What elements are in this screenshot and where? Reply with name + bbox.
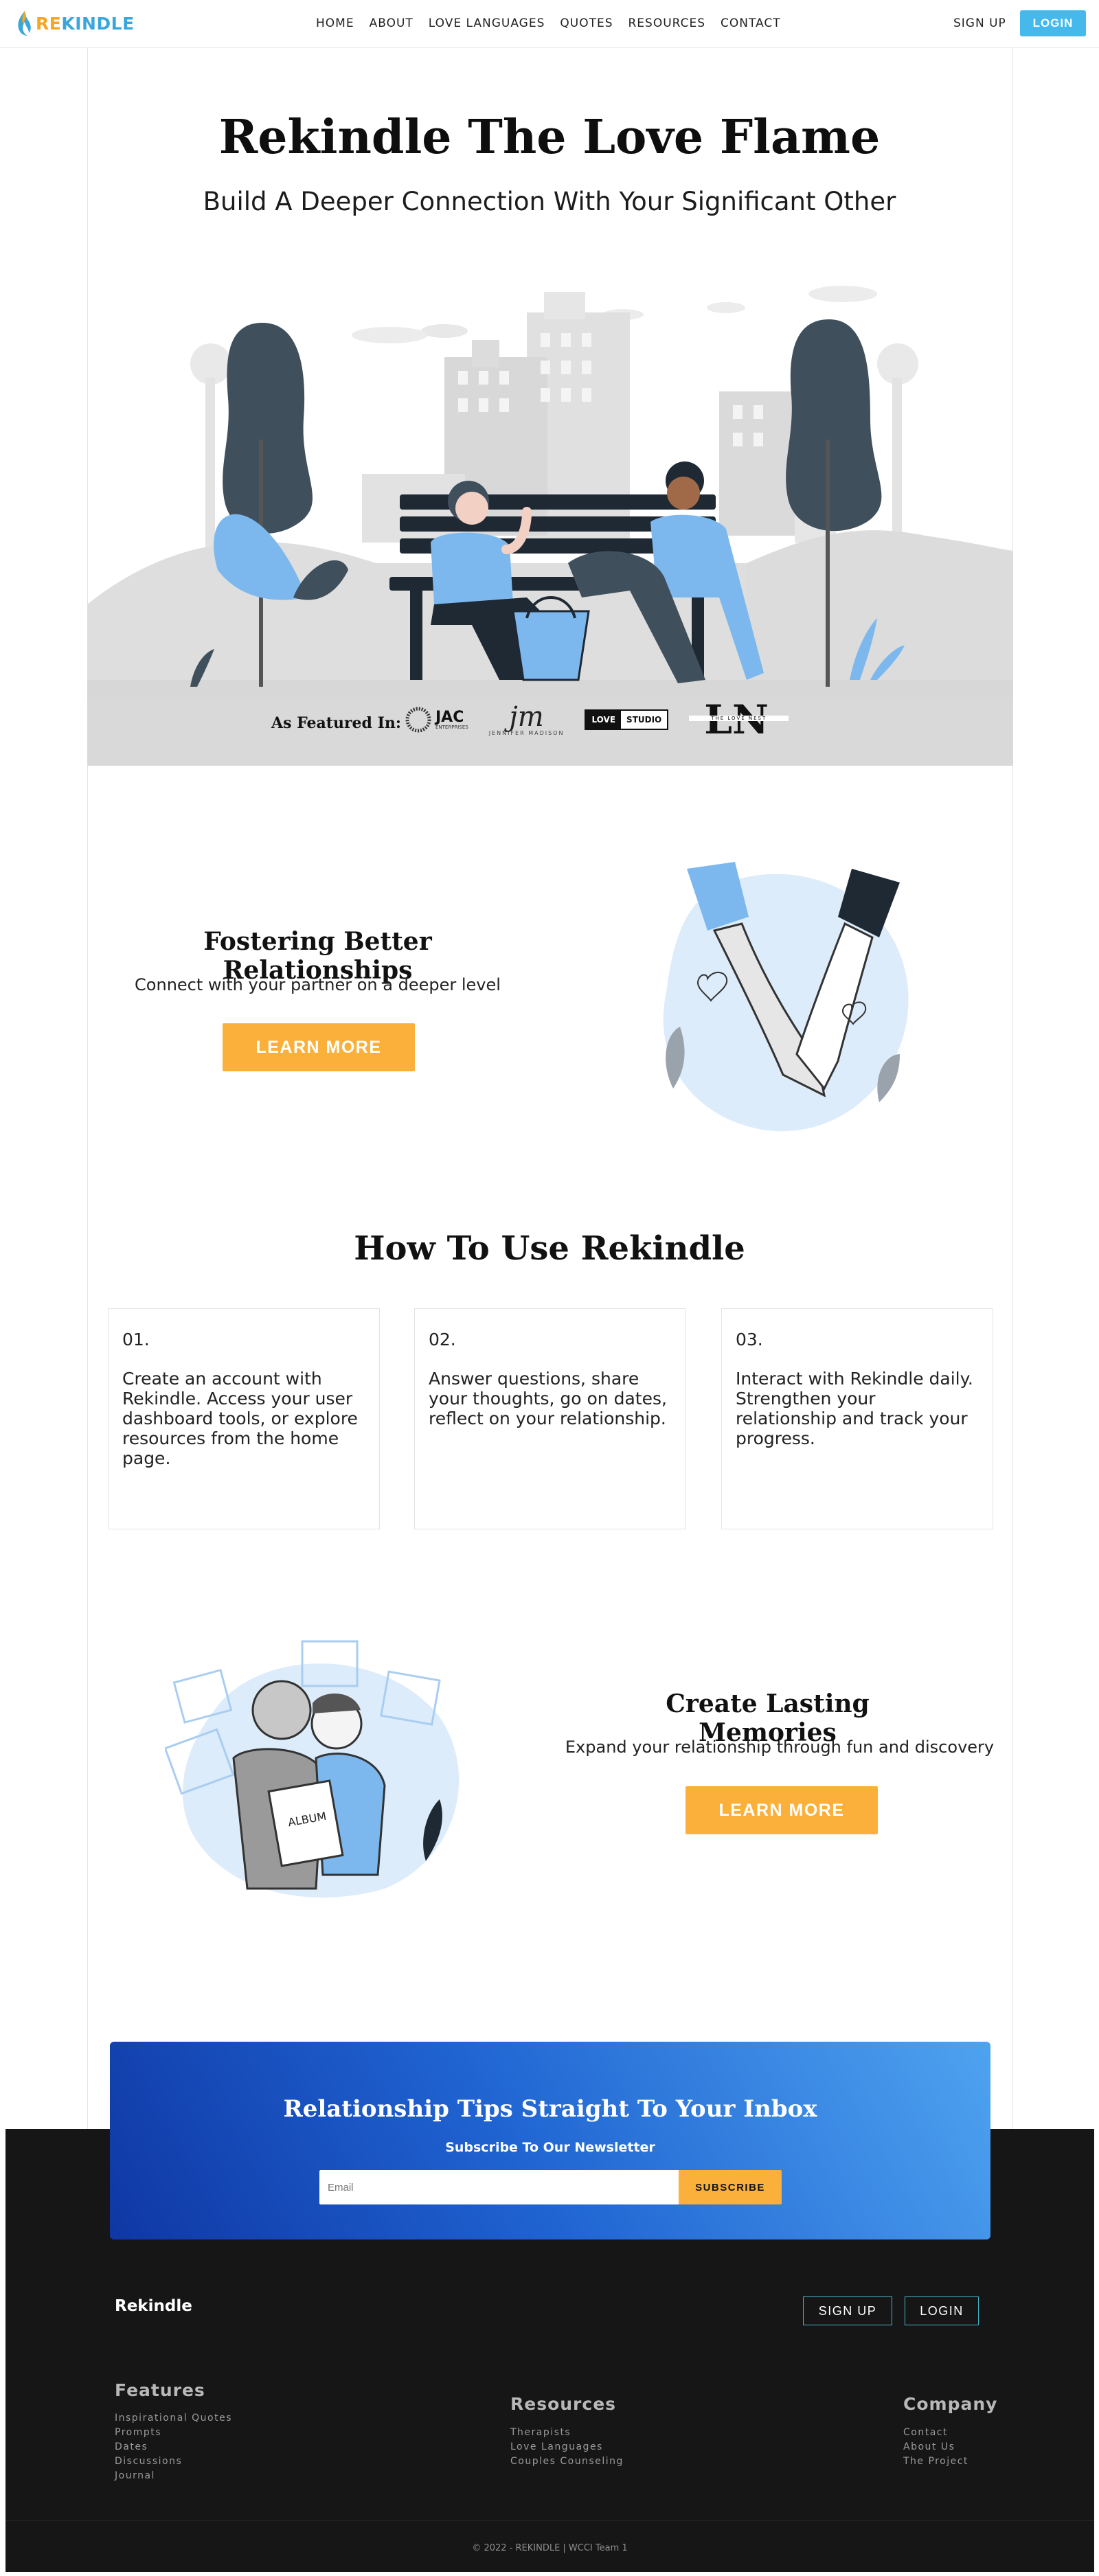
footer-copyright: © 2022 - REKINDLE | WCCI Team 1 (472, 2543, 628, 2553)
step-card-1: 01. Create an account with Rekindle. Acc… (108, 1308, 380, 1529)
jac-text: JAC (435, 708, 464, 726)
jac-circle-icon (405, 707, 431, 733)
step-number: 01. (122, 1330, 150, 1349)
logo-text-re: RE (36, 13, 62, 34)
step-text: Answer questions, share your thoughts, g… (429, 1369, 667, 1428)
newsletter-email-input[interactable] (319, 2170, 680, 2204)
footer-link-prompts[interactable]: Prompts (115, 2427, 161, 2438)
featured-logos: JAC ENTERPRISES jm JENNIFER MADISON LOVE… (405, 699, 789, 740)
fostering-learn-more-button[interactable]: LEARN MORE (223, 1023, 415, 1071)
jm-logo: jm JENNIFER MADISON (489, 703, 565, 736)
nav-home[interactable]: HOME (316, 16, 354, 30)
footer-divider (5, 2520, 1094, 2521)
featured-label: As Featured In: (271, 714, 401, 732)
footer-company-title: Company (903, 2394, 998, 2414)
love-studio-logo: LOVE STUDIO (585, 709, 669, 730)
footer-link-couples-counseling[interactable]: Couples Counseling (510, 2456, 624, 2467)
footer-link-dates[interactable]: Dates (115, 2441, 148, 2452)
fostering-subtitle: Connect with your partner on a deeper le… (135, 975, 501, 994)
nav-love-languages[interactable]: LOVE LANGUAGES (429, 16, 545, 30)
love-nest-logo: LN THE LOVE NEST (689, 699, 789, 740)
jac-logo: JAC ENTERPRISES (405, 707, 468, 733)
jm-subtext: JENNIFER MADISON (488, 730, 565, 736)
footer-link-inspirational-quotes[interactable]: Inspirational Quotes (115, 2413, 232, 2424)
love-studio-text-2: STUDIO (621, 711, 668, 729)
footer-link-contact[interactable]: Contact (903, 2427, 948, 2438)
love-nest-subtext: THE LOVE NEST (689, 716, 789, 721)
footer-link-therapists[interactable]: Therapists (510, 2427, 571, 2438)
footer-brand: Rekindle (115, 2297, 192, 2315)
memories-learn-more-button[interactable]: LEARN MORE (686, 1786, 878, 1834)
newsletter-subscribe-button[interactable]: SUBSCRIBE (679, 2170, 782, 2204)
footer-link-the-project[interactable]: The Project (903, 2456, 968, 2467)
hero-subtitle: Build A Deeper Connection With Your Sign… (203, 187, 896, 216)
elderly-couple-album-illustration: ALBUM (165, 1640, 460, 1898)
top-navbar: REKINDLE HOME ABOUT LOVE LANGUAGES QUOTE… (0, 0, 1099, 48)
nav-contact[interactable]: CONTACT (721, 16, 781, 30)
logo-text-kindle: KINDLE (61, 13, 135, 34)
step-text: Create an account with Rekindle. Access … (122, 1369, 358, 1468)
newsletter-title: Relationship Tips Straight To Your Inbox (283, 2095, 817, 2123)
footer-features-title: Features (115, 2380, 205, 2400)
signup-link[interactable]: SIGN UP (953, 16, 1006, 30)
how-to-use-title: How To Use Rekindle (354, 1229, 745, 1268)
couple-on-bench-illustration (87, 286, 1013, 766)
step-card-2: 02. Answer questions, share your thought… (414, 1308, 686, 1529)
jac-subtext: ENTERPRISES (435, 724, 468, 730)
footer-resources-title: Resources (510, 2394, 617, 2414)
footer-link-love-languages[interactable]: Love Languages (510, 2441, 603, 2452)
login-button[interactable]: LOGIN (1020, 10, 1086, 36)
newsletter-subtitle: Subscribe To Our Newsletter (445, 2140, 655, 2155)
footer-link-journal[interactable]: Journal (115, 2470, 155, 2481)
nav-resources[interactable]: RESOURCES (628, 16, 706, 30)
main-menu: HOME ABOUT LOVE LANGUAGES QUOTES RESOURC… (316, 16, 781, 30)
step-number: 03. (736, 1330, 763, 1349)
hero-title: Rekindle The Love Flame (218, 110, 881, 165)
jm-text: jm (509, 701, 544, 733)
site-logo[interactable]: REKINDLE (15, 10, 135, 37)
nav-about[interactable]: ABOUT (370, 16, 413, 30)
step-text: Interact with Rekindle daily. Strengthen… (736, 1369, 973, 1448)
footer-login-button[interactable]: LOGIN (905, 2296, 979, 2325)
holding-hands-illustration (663, 862, 909, 1132)
love-studio-text-1: LOVE (586, 711, 622, 729)
flame-icon (18, 11, 31, 36)
step-number: 02. (429, 1330, 456, 1349)
footer-link-discussions[interactable]: Discussions (115, 2456, 182, 2467)
footer-link-about-us[interactable]: About Us (903, 2441, 955, 2452)
memories-subtitle: Expand your relationship through fun and… (565, 1737, 995, 1757)
footer-signup-button[interactable]: SIGN UP (803, 2296, 892, 2325)
nav-quotes[interactable]: QUOTES (560, 16, 613, 30)
newsletter-banner: Relationship Tips Straight To Your Inbox… (110, 2042, 990, 2239)
step-card-3: 03. Interact with Rekindle daily. Streng… (721, 1308, 993, 1529)
